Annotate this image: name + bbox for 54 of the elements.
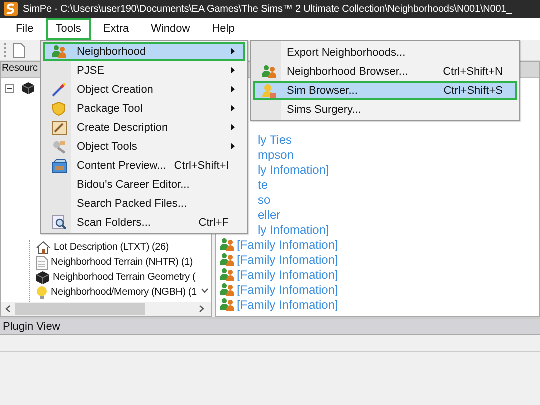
scroll-left-icon[interactable] [5, 305, 11, 313]
people-icon [262, 65, 276, 78]
tree-item[interactable]: Neighborhood Terrain (NHTR) (1) [51, 257, 194, 268]
new-document-icon[interactable] [13, 42, 25, 58]
scroll-down-icon[interactable] [201, 288, 209, 294]
family-icon [220, 268, 235, 281]
menu-bar-item[interactable]: File [6, 18, 44, 40]
menu-item[interactable]: Neighborhood Browser... Ctrl+Shift+N [253, 62, 517, 81]
family-icon [220, 238, 235, 251]
menu-item[interactable]: Package Tool [43, 99, 245, 118]
people-icon [52, 45, 66, 58]
menu-item[interactable]: Object Creation [43, 80, 245, 99]
menu-item[interactable]: Neighborhood [43, 42, 245, 61]
panel-header: Resourc [1, 62, 39, 75]
menu-item[interactable]: Sim Browser... Ctrl+Shift+S [253, 81, 517, 100]
scroll-right-icon[interactable] [199, 305, 205, 313]
tree-item[interactable]: Neighborhood/Memory (NGBH) (1 [51, 287, 197, 298]
menu-bar-item[interactable]: Help [202, 18, 245, 40]
app-logo-icon [4, 2, 18, 16]
menu-bar-item[interactable]: Extra [93, 18, 140, 40]
shield-icon [52, 102, 66, 116]
menu-item[interactable]: Search Packed Files... [43, 194, 245, 213]
person-icon [262, 84, 276, 98]
toolbar-grip-icon [4, 42, 7, 58]
menu-item[interactable]: Export Neighborhoods... [253, 43, 517, 62]
menu-item[interactable]: Bidou's Career Editor... [43, 175, 245, 194]
menu-item[interactable]: Sims Surgery... [253, 100, 517, 119]
menu-item[interactable]: Object Tools [43, 137, 245, 156]
panel-header: Plugin View [3, 320, 60, 332]
horizontal-scrollbar[interactable] [1, 302, 211, 316]
tree-item[interactable]: Lot Description (LTXT) (26) [54, 242, 170, 253]
house-icon [36, 240, 51, 254]
menu-item[interactable]: Content Preview... Ctrl+Shift+I [43, 156, 245, 175]
family-icon [220, 298, 235, 311]
pencil-note-icon [52, 120, 66, 134]
menu-item[interactable]: Scan Folders... Ctrl+F [43, 213, 245, 232]
magic-wand-icon [52, 82, 66, 96]
cube-icon [22, 82, 35, 95]
cube-icon [36, 270, 50, 284]
scrollbar-thumb[interactable] [15, 303, 145, 315]
family-icon [220, 283, 235, 296]
menu-bar-item[interactable]: Tools [46, 18, 92, 40]
document-icon [36, 256, 48, 270]
collapse-icon[interactable] [5, 84, 14, 93]
menu-bar-item[interactable]: Window [141, 18, 200, 40]
magnifier-icon [52, 215, 66, 230]
family-icon [220, 253, 235, 266]
menu-item[interactable]: Create Description [43, 118, 245, 137]
light-bulb-icon [36, 286, 48, 300]
preview-box-icon [52, 158, 66, 172]
menu-item[interactable]: PJSE [43, 61, 245, 80]
tree-item[interactable]: Neighborhood Terrain Geometry ( [53, 272, 196, 283]
tools-icon [52, 140, 66, 154]
window-title: SimPe - C:\Users\user190\Documents\EA Games\The Sims™ 2 Ultimate Collection\Neighborhoods\N001\N001_ [23, 4, 512, 14]
